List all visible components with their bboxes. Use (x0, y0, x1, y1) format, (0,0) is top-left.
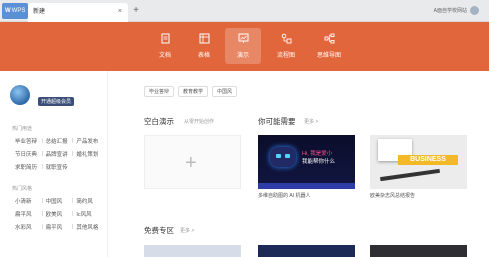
blank-presentation-card[interactable]: + (144, 135, 241, 189)
use-link[interactable]: 毕业答辩 (12, 137, 43, 145)
close-tab-icon[interactable]: × (118, 3, 122, 21)
free-template-thumb[interactable] (370, 245, 467, 257)
use-link[interactable]: 产品发布 (72, 137, 104, 145)
hot-uses-list: 毕业答辩 总结汇报 产品发布 节日庆典 品牌宣讲 婚礼策划 求职简历 就职宣传 (12, 137, 104, 171)
ai-card-strip (258, 183, 355, 189)
recommend-title: 你可能需要 (258, 117, 296, 126)
tag[interactable]: 毕业答辩 (144, 86, 175, 97)
ribbon-document-button[interactable]: 文档 (147, 28, 183, 64)
wps-app-tab-label: WPS (11, 8, 26, 14)
tag[interactable]: 教育教学 (178, 86, 209, 97)
ai-template-card[interactable]: Hi, 我是爱小 我能帮你什么 (258, 135, 355, 189)
flowchart-icon (281, 33, 291, 44)
recommend-more-link[interactable]: 更多 > (304, 118, 318, 125)
ai-card-line2: 我能帮你什么 (302, 159, 336, 165)
document-icon (161, 33, 169, 44)
style-link[interactable]: 简约风 (72, 197, 104, 205)
wps-logo-icon: W (5, 8, 11, 14)
style-link[interactable]: 其他风格 (72, 223, 104, 231)
user-avatar (470, 6, 479, 16)
business-template-caption: 欧美杂志风总结报告 (370, 193, 416, 199)
presentation-icon (238, 33, 248, 43)
robot-icon (270, 147, 296, 167)
table-icon (199, 33, 209, 44)
style-link[interactable]: 欧美风 (41, 210, 74, 218)
style-link[interactable]: 扁平风 (12, 210, 43, 218)
plus-icon: + (185, 152, 197, 174)
pencil-image (380, 168, 440, 182)
hot-styles-list: 小清新 中国风 简约风 扁平风 欧美风 Ic风风 水彩风 扁平风 其他风格 (12, 197, 104, 231)
user-name: A面自学校网站 (433, 8, 467, 14)
free-template-thumb[interactable] (144, 245, 241, 257)
free-template-thumb[interactable] (258, 245, 355, 257)
ribbon-document-label: 文档 (158, 53, 171, 59)
style-link[interactable]: 小清新 (12, 197, 43, 205)
wps-app-tab[interactable]: WWPS (2, 3, 28, 19)
ribbon-presentation-button[interactable]: 演示 (225, 28, 261, 64)
ribbon-presentation-label: 演示 (236, 53, 249, 59)
wps-new-document-window: WWPS 新建 × + A面自学校网站 文档 表格 演示 流程图 思维导图 开通… (0, 0, 489, 257)
style-link[interactable]: Ic风风 (72, 210, 104, 218)
use-link[interactable]: 婚礼策划 (72, 150, 104, 158)
vip-badge[interactable]: 开通超级会员 (38, 97, 75, 106)
tag-list: 毕业答辩 教育教学 中国风 (144, 86, 238, 97)
style-link[interactable]: 中国风 (41, 197, 74, 205)
style-link[interactable]: 水彩风 (12, 223, 43, 231)
blank-presentation-title: 空白演示 (144, 117, 174, 126)
use-link[interactable]: 总结汇报 (41, 137, 74, 145)
hot-uses-title: 热门用途 (12, 126, 33, 132)
use-link[interactable]: 品牌宣讲 (41, 150, 74, 158)
tag[interactable]: 中国风 (212, 86, 238, 97)
document-tab[interactable]: 新建 × (28, 3, 128, 22)
ai-card-line1: Hi, 我是爱小 (302, 151, 333, 157)
new-doc-type-ribbon: 文档 表格 演示 流程图 思维导图 (0, 22, 489, 71)
use-link[interactable]: 节日庆典 (12, 150, 43, 158)
hot-styles-title: 热门风格 (12, 186, 33, 192)
title-bar: WWPS 新建 × + A面自学校网站 (0, 0, 489, 22)
document-tab-label: 新建 (33, 9, 46, 15)
style-link[interactable]: 扁平风 (41, 223, 74, 231)
add-tab-button[interactable]: + (130, 5, 142, 17)
avatar[interactable] (10, 85, 30, 105)
free-zone-title: 免费专区 (144, 226, 174, 235)
use-link[interactable]: 就职宣传 (41, 163, 74, 171)
ribbon-table-button[interactable]: 表格 (186, 28, 222, 64)
ribbon-flowchart-button[interactable]: 流程图 (268, 28, 304, 64)
use-link[interactable]: 求职简历 (12, 163, 43, 171)
left-sidebar: 开通超级会员 热门用途 毕业答辩 总结汇报 产品发布 节日庆典 品牌宣讲 婚礼策… (0, 71, 108, 257)
ribbon-mindmap-button[interactable]: 思维导图 (311, 28, 347, 64)
ribbon-table-label: 表格 (197, 53, 210, 59)
main-content: 毕业答辩 教育教学 中国风 空白演示 从零开始创作 + 你可能需要 更多 > H… (108, 71, 489, 257)
mindmap-icon (324, 33, 334, 44)
blank-presentation-subtitle: 从零开始创作 (184, 119, 215, 125)
business-label: BUSINESS (398, 155, 458, 165)
ribbon-flowchart-label: 流程图 (276, 53, 295, 59)
ribbon-mindmap-label: 思维导图 (316, 53, 341, 59)
ai-template-caption: 多维自助图的 AI 机器人 (258, 193, 311, 199)
free-zone-more-link[interactable]: 更多 > (180, 227, 194, 234)
user-account[interactable]: A面自学校网站 (434, 4, 479, 18)
business-template-card[interactable]: BUSINESS (370, 135, 467, 189)
